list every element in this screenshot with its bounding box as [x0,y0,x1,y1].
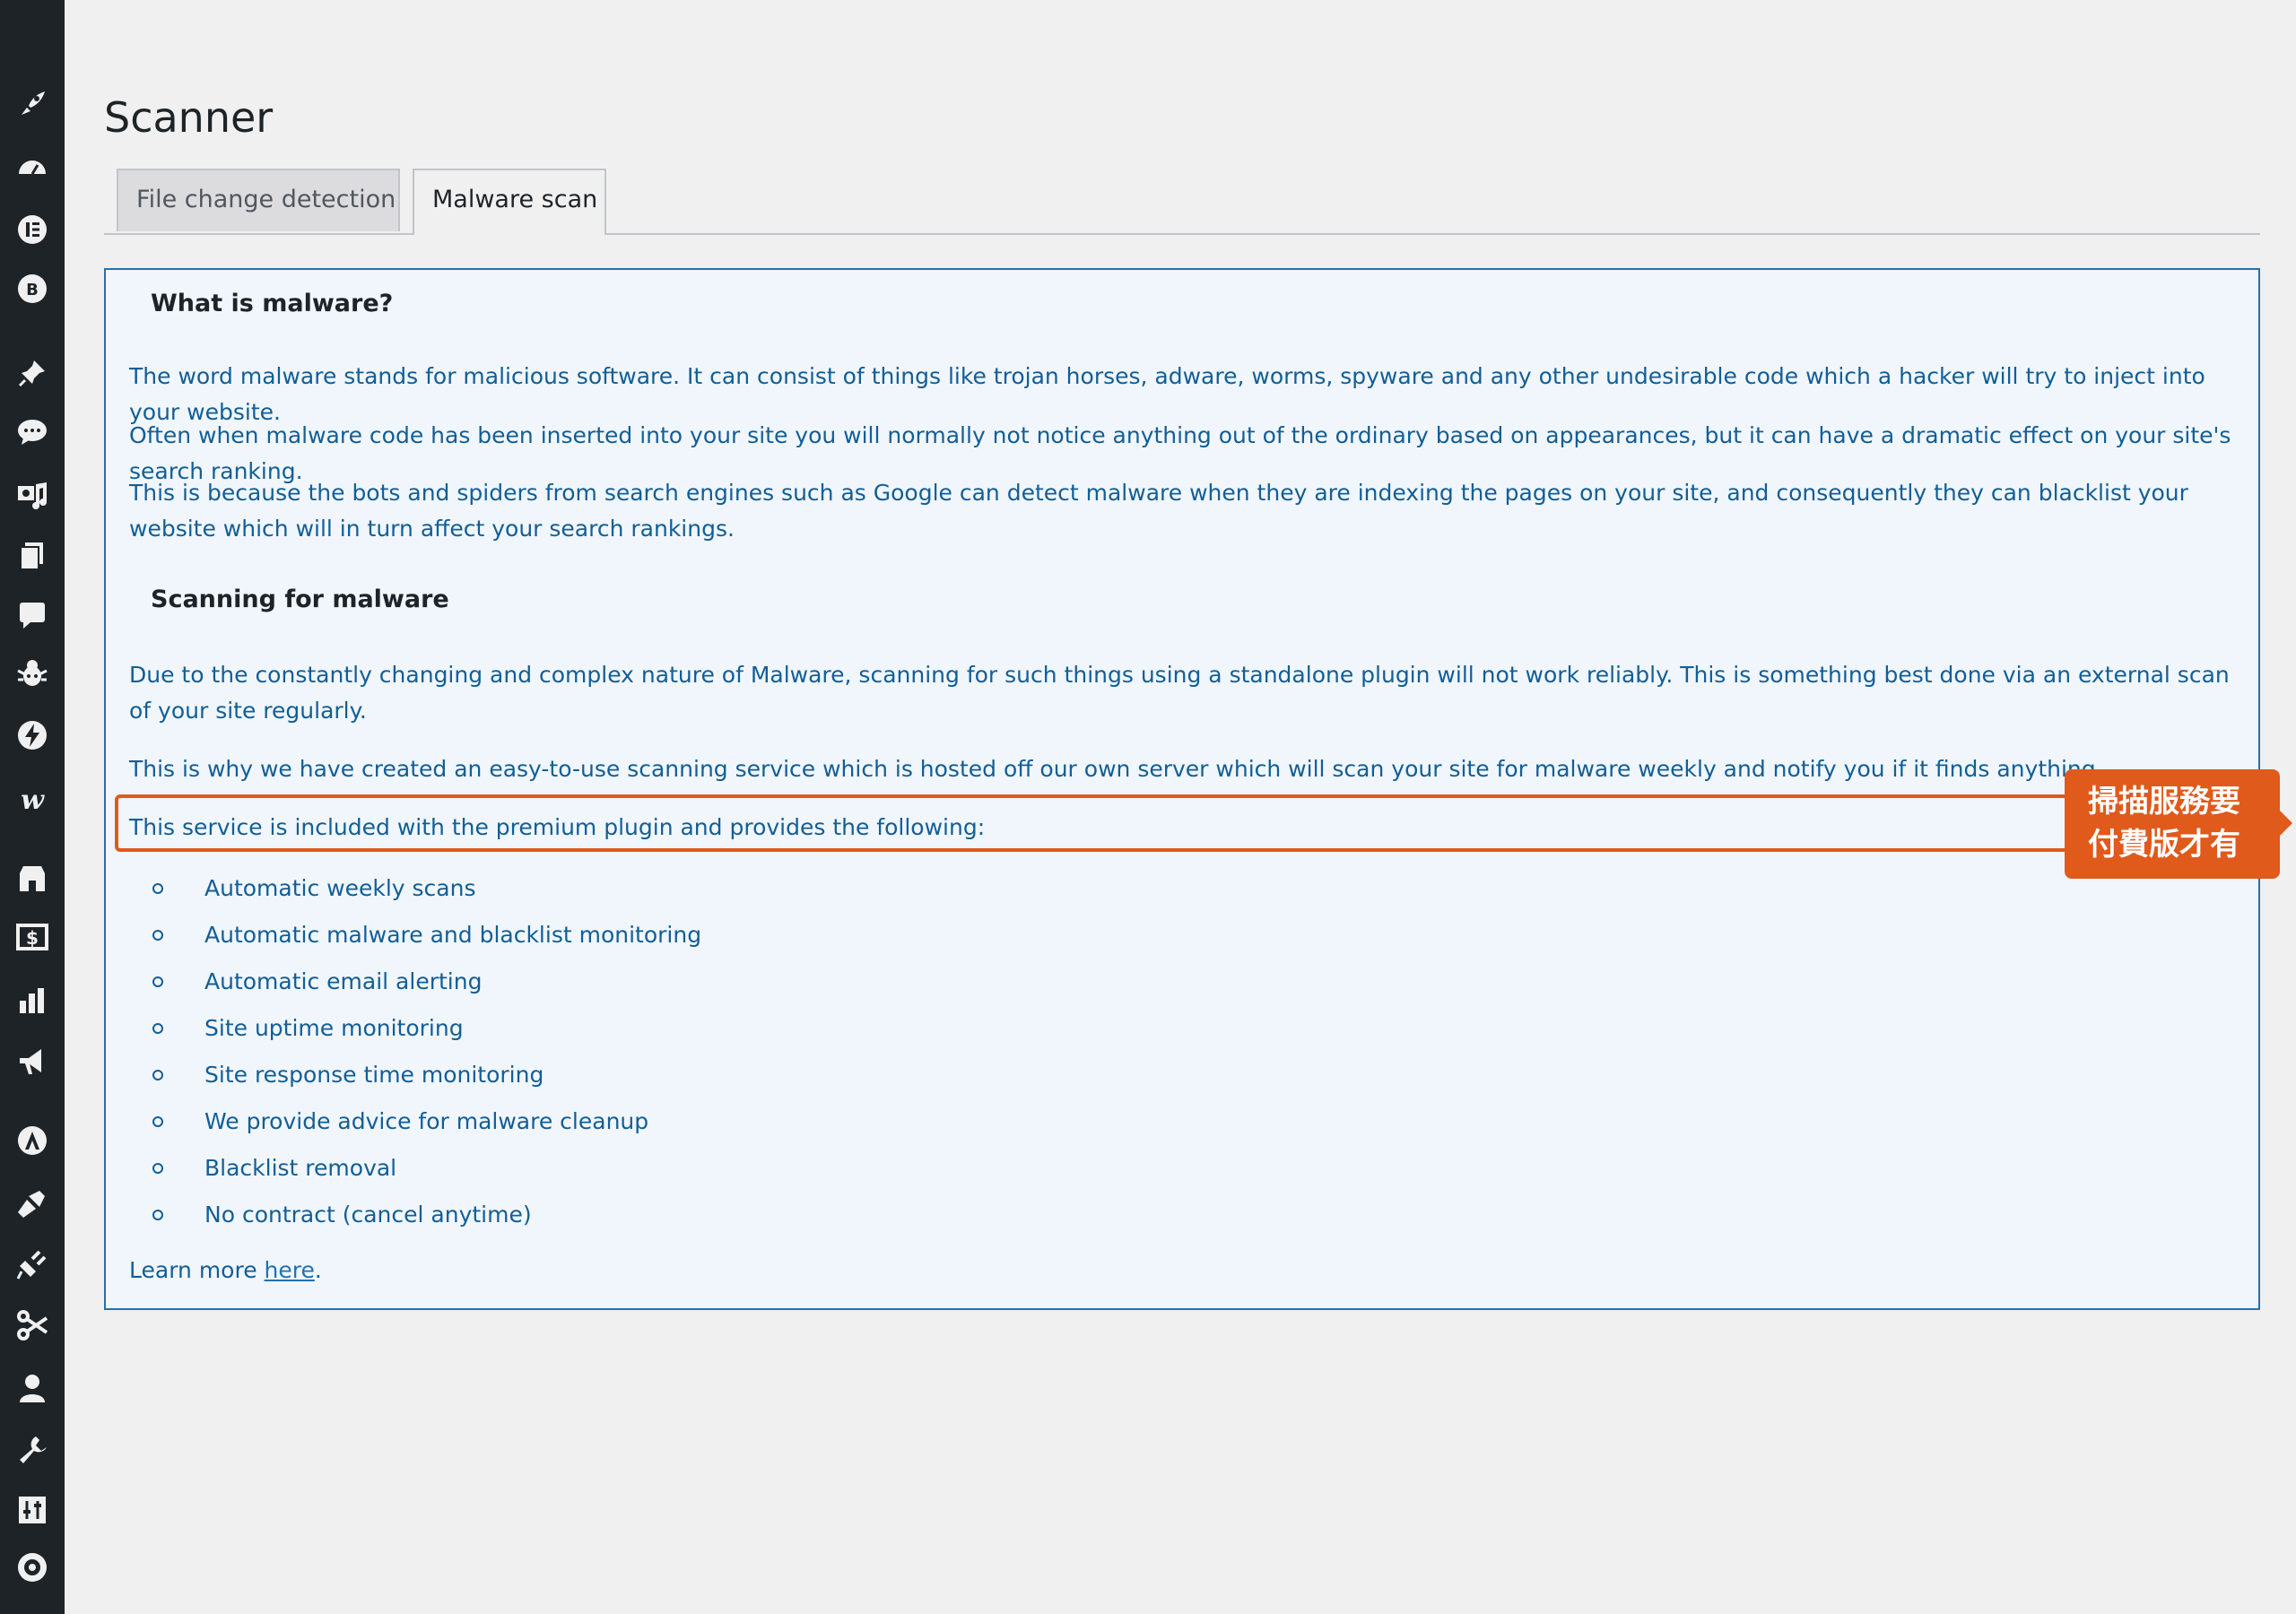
dashboard-icon[interactable] [16,152,48,185]
bullet-icon [152,1070,163,1080]
feature-list: Automatic weekly scans Automatic malware… [151,865,701,1238]
svg-text:w: w [21,785,45,816]
store-icon[interactable] [16,863,48,895]
megaphone-icon[interactable] [16,1046,48,1078]
dollar-icon[interactable]: $ [16,922,48,954]
list-item: We provide advice for malware cleanup [151,1098,701,1145]
bullet-icon [152,1023,163,1034]
page-title: Scanner [104,93,274,142]
bolt-icon[interactable] [16,719,48,751]
plugin-icon[interactable] [16,1248,48,1280]
svg-text:B: B [26,281,39,299]
bullet-icon [152,1163,163,1174]
scissors-icon[interactable] [16,1309,48,1341]
paragraph-scanning-service: This is why we have created an easy-to-u… [129,756,2103,782]
bug-icon[interactable] [16,658,48,690]
media-icon[interactable] [16,479,48,511]
heading-scanning-for-malware: Scanning for malware [151,586,449,613]
learn-more-link[interactable]: here [265,1257,315,1283]
pages-icon[interactable] [16,540,48,572]
list-item: Automatic malware and blacklist monitori… [151,912,701,959]
admin-sidebar: B w $ [0,0,65,1614]
bullet-icon [152,883,163,894]
rocket-icon[interactable] [16,88,48,120]
list-item: Site uptime monitoring [151,1005,701,1052]
bullet-icon [152,1210,163,1220]
stats-icon[interactable] [16,985,48,1017]
feedback-icon[interactable] [16,599,48,631]
bullet-icon [152,930,163,941]
gear-icon[interactable] [16,1551,48,1584]
w-icon[interactable]: w [16,784,48,816]
brush-icon[interactable] [16,1187,48,1219]
a-icon[interactable] [16,1124,48,1157]
tab-malware-scan[interactable]: Malware scan [413,169,606,235]
list-item: Automatic weekly scans [151,865,701,912]
tab-file-change-detection[interactable]: File change detection [117,169,400,231]
list-item: Automatic email alerting [151,959,701,1005]
comments-icon[interactable] [16,416,48,448]
list-item: No contract (cancel anytime) [151,1192,701,1238]
malware-info-panel: What is malware? The word malware stands… [104,268,2260,1310]
annotation-callout: 掃描服務要 付費版才有 [2065,769,2292,879]
annotation-line-2: 付費版才有 [2088,827,2240,863]
list-item: Site response time monitoring [151,1052,701,1098]
learn-more-line: Learn more here. [129,1257,322,1283]
wrench-icon[interactable] [16,1433,48,1465]
pin-icon[interactable] [16,357,48,389]
settings-slider-icon[interactable] [16,1494,48,1526]
tab-bar: File change detection Malware scan [104,167,2260,235]
annotation-highlight-box [115,794,2213,852]
svg-text:$: $ [26,927,39,949]
bullet-icon [152,976,163,987]
elementor-icon[interactable] [16,213,48,246]
paragraph-external-scan: Due to the constantly changing and compl… [129,662,2230,724]
list-item: Blacklist removal [151,1145,701,1192]
b-icon[interactable]: B [16,273,48,305]
heading-what-is-malware: What is malware? [151,290,394,317]
bullet-icon [152,1116,163,1127]
paragraph-search-ranking: This is because the bots and spiders fro… [129,480,2188,542]
annotation-line-1: 掃描服務要 [2088,784,2240,820]
user-icon[interactable] [16,1372,48,1404]
